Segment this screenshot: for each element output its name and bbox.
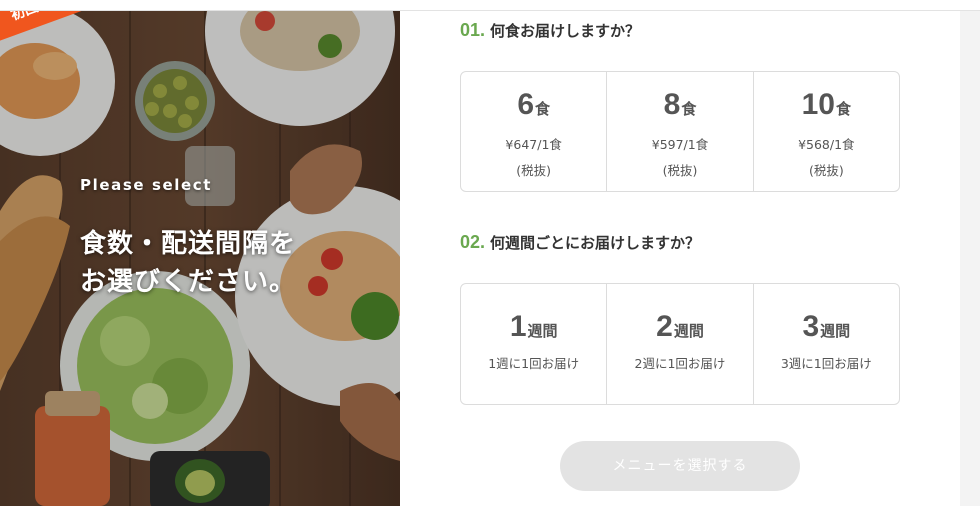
meal-option-amount: 8食 bbox=[607, 88, 752, 128]
interval-option-2-weeks[interactable]: 2週間 2週に1回お届け bbox=[607, 284, 754, 404]
interval-count: 2 bbox=[656, 310, 673, 343]
interval-unit: 週間 bbox=[527, 323, 558, 340]
interval-description: 2週に1回お届け bbox=[634, 356, 726, 371]
interval-description: 1週に1回お届け bbox=[488, 356, 580, 371]
step1-number: 01. bbox=[460, 20, 486, 40]
meal-tax-note: (税抜) bbox=[662, 163, 698, 178]
interval-count: 1 bbox=[509, 310, 527, 343]
meal-count: 6 bbox=[517, 88, 534, 121]
interval-description: 3週に1回お届け bbox=[780, 356, 872, 371]
meal-price: ¥568/1食 bbox=[798, 137, 855, 152]
interval-option-amount: 3週間 bbox=[754, 310, 899, 350]
meal-price: ¥647/1食 bbox=[505, 137, 562, 152]
step1-question: 何食お届けしますか？ bbox=[490, 22, 641, 40]
meal-count-options: 6食 ¥647/1食 (税抜) 8食 ¥597/1食 (税抜) 10食 ¥568… bbox=[460, 71, 900, 192]
hero-kicker: Please select bbox=[80, 176, 213, 194]
meal-option-10[interactable]: 10食 ¥568/1食 (税抜) bbox=[754, 72, 899, 191]
delivery-interval-options: 1週間 1週に1回お届け 2週間 2週に1回お届け 3週間 3週に1回お届け bbox=[460, 283, 900, 405]
step1-title: 01. 何食お届けしますか？ bbox=[460, 20, 640, 41]
interval-unit: 週間 bbox=[673, 323, 704, 340]
step2-question: 何週間ごとにお届けしますか？ bbox=[490, 234, 701, 252]
interval-unit: 週間 bbox=[820, 323, 851, 340]
meal-option-amount: 10食 bbox=[754, 88, 899, 128]
hero-heading-line2: お選びください。 bbox=[80, 267, 297, 297]
step2-number: 02. bbox=[460, 232, 486, 252]
meal-unit: 食 bbox=[535, 101, 551, 118]
meal-tax-note: (税抜) bbox=[808, 163, 844, 178]
meal-unit: 食 bbox=[836, 101, 852, 118]
interval-option-3-weeks[interactable]: 3週間 3週に1回お届け bbox=[754, 284, 899, 404]
hero-photo-panel: 初回¥3000 Please select 食数・配送間隔を お選びください。 bbox=[0, 11, 400, 506]
scroll-gutter bbox=[960, 11, 980, 506]
meal-option-amount: 6食 bbox=[461, 88, 606, 128]
interval-option-amount: 1週間 bbox=[461, 310, 606, 350]
meal-price: ¥597/1食 bbox=[651, 137, 709, 152]
meal-unit: 食 bbox=[681, 101, 697, 118]
meal-option-8[interactable]: 8食 ¥597/1食 (税抜) bbox=[607, 72, 754, 191]
meal-count: 10 bbox=[801, 88, 835, 121]
step2-title: 02. 何週間ごとにお届けしますか？ bbox=[460, 232, 700, 253]
interval-option-1-week[interactable]: 1週間 1週に1回お届け bbox=[461, 284, 608, 404]
hero-heading-line1: 食数・配送間隔を bbox=[80, 229, 297, 259]
select-menu-button[interactable]: メニューを選択する bbox=[560, 441, 800, 491]
interval-count: 3 bbox=[802, 310, 820, 343]
meal-option-6[interactable]: 6食 ¥647/1食 (税抜) bbox=[461, 72, 608, 191]
meal-count: 8 bbox=[663, 88, 681, 121]
interval-option-amount: 2週間 bbox=[607, 310, 752, 350]
meal-tax-note: (税抜) bbox=[516, 163, 552, 178]
hero-heading: 食数・配送間隔を お選びください。 bbox=[80, 225, 380, 301]
